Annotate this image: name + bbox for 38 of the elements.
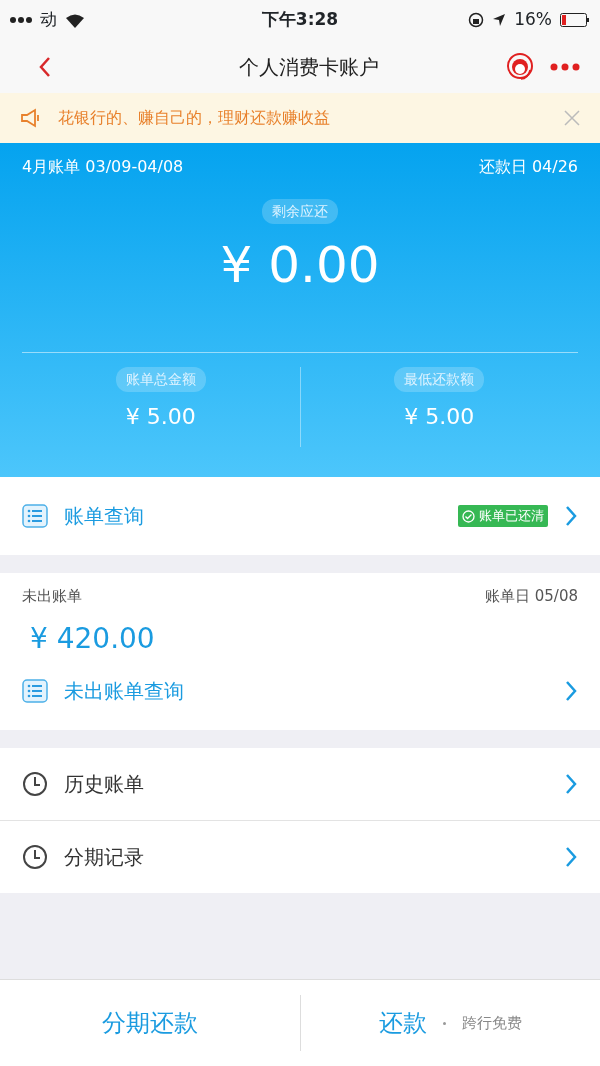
stat-label: 最低还款额 xyxy=(394,367,485,392)
carrier-name: 动 xyxy=(40,8,57,32)
bottom-action-button[interactable]: 还款 跨行免费 xyxy=(299,995,600,1051)
chevron-right-icon xyxy=(564,504,578,528)
paid-badge: 账单已还清 xyxy=(458,505,548,527)
more-icon[interactable] xyxy=(550,62,580,71)
clock-icon xyxy=(22,770,48,797)
section-title: 未出账单 xyxy=(22,586,82,607)
separator-dot-icon xyxy=(442,1021,446,1025)
battery-icon xyxy=(560,13,590,27)
back-icon[interactable] xyxy=(38,56,52,78)
list-item[interactable]: 分期记录 xyxy=(0,820,600,893)
location-arrow-icon xyxy=(492,13,507,27)
signal-icon xyxy=(10,17,32,23)
list-item[interactable]: 历史账单 xyxy=(0,747,600,820)
battery-percent: 16% xyxy=(514,8,552,32)
list-icon xyxy=(22,504,48,528)
due-date: 还款日 04/26 xyxy=(478,156,578,178)
wifi-icon xyxy=(65,12,85,28)
status-time: 下午3:28 xyxy=(261,8,339,32)
list-icon xyxy=(22,678,48,703)
unbilled-amount: ¥ 420.00 xyxy=(30,620,155,657)
bill-period: 4月账单 03/09-04/08 xyxy=(22,156,184,178)
clock-icon xyxy=(22,843,48,870)
notice-text: 花银行的、赚自己的，理财还款赚收益 xyxy=(58,107,331,129)
stat-amount: ¥ 5.00 xyxy=(125,403,196,431)
fee-note: 跨行免费 xyxy=(461,1012,522,1034)
stat-amount: ¥ 5.00 xyxy=(404,403,475,431)
bill-date: 账单日 05/08 xyxy=(485,586,578,607)
bottom-action-button[interactable]: 分期还款 xyxy=(0,995,300,1051)
list-item[interactable]: 未出账单查询 xyxy=(0,659,600,730)
stat-label: 账单总金额 xyxy=(115,367,206,392)
speaker-icon xyxy=(20,108,42,128)
list-item[interactable]: 账单查询 账单已还清 xyxy=(0,477,600,555)
remaining-label: 剩余应还 xyxy=(262,199,338,224)
remaining-amount: ¥ 0.00 xyxy=(220,240,380,290)
page-title: 个人消费卡账户 xyxy=(239,53,379,81)
check-circle-icon xyxy=(462,509,475,523)
